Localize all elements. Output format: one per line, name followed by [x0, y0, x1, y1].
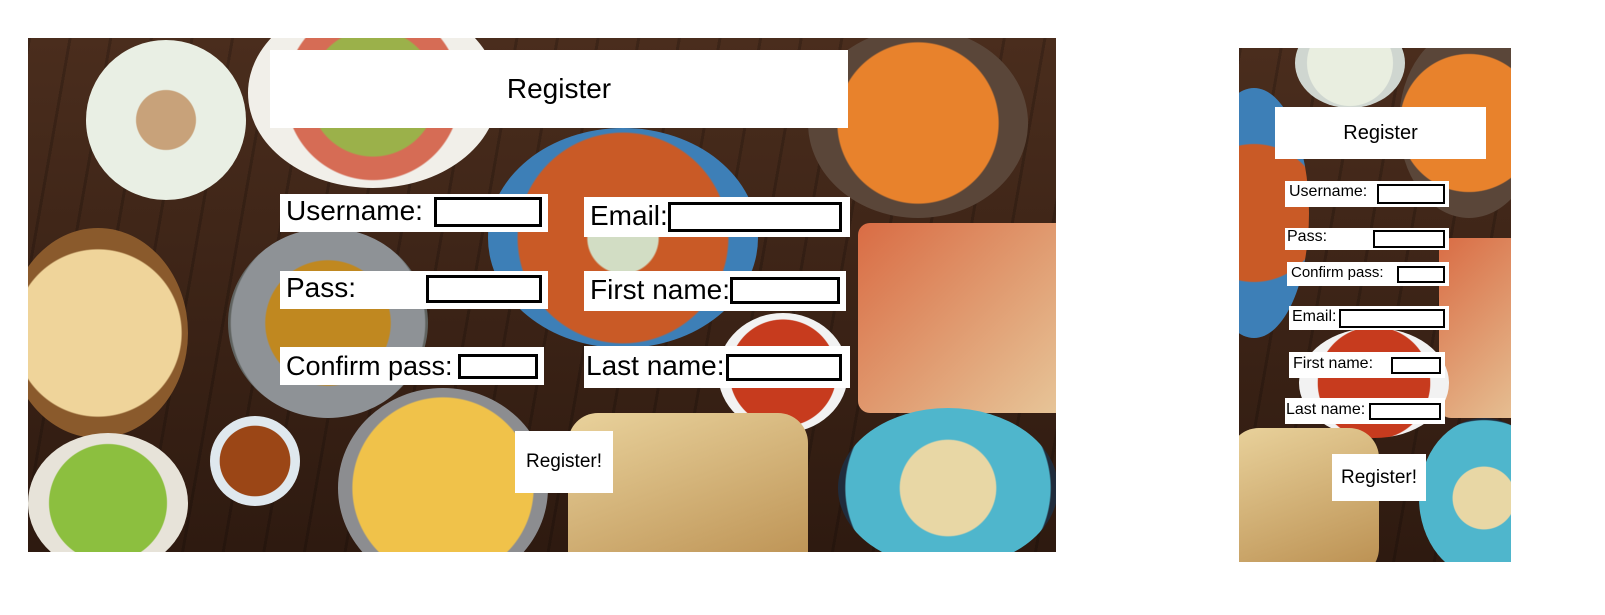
username-field-row: Username: — [280, 194, 548, 232]
mobile-email-input[interactable] — [1339, 309, 1445, 328]
last-name-input[interactable] — [726, 354, 842, 381]
dal-bowl-image — [228, 228, 428, 418]
username-input[interactable] — [434, 197, 542, 227]
mobile-username-input[interactable] — [1377, 184, 1445, 204]
first-name-field-row: First name: — [584, 271, 846, 311]
mobile-confirm-pass-field-row: Confirm pass: — [1287, 262, 1449, 286]
mobile-last-name-label: Last name: — [1286, 401, 1366, 418]
first-name-input[interactable] — [730, 277, 840, 304]
mobile-food-background: Register Username: Pass: Confirm pass: E… — [1239, 48, 1511, 562]
last-name-field-row: Last name: — [584, 346, 850, 388]
papad-basket-image — [28, 228, 188, 438]
mobile-pass-field-row: Pass: — [1285, 228, 1449, 250]
mobile-username-field-row: Username: — [1285, 181, 1449, 207]
username-label: Username: — [286, 195, 423, 226]
mobile-first-name-label: First name: — [1293, 355, 1374, 372]
pass-field-row: Pass: — [280, 271, 548, 309]
chicken-board-image — [1439, 238, 1511, 418]
papad-napkin-image — [1419, 418, 1511, 562]
mobile-page-title-text: Register — [1343, 121, 1418, 144]
chai-plate-image — [86, 40, 246, 200]
desktop-food-background: Register Username: Pass: Confirm pass: E… — [28, 38, 1056, 552]
mobile-first-name-field-row: First name: — [1289, 352, 1445, 378]
register-button[interactable]: Register! — [515, 431, 613, 493]
pass-input[interactable] — [426, 275, 542, 303]
email-label: Email: — [590, 200, 668, 231]
confirm-pass-field-row: Confirm pass: — [280, 347, 544, 385]
pickle-bowl-image — [210, 416, 300, 506]
last-name-label: Last name: — [586, 350, 725, 381]
confirm-pass-label: Confirm pass: — [286, 351, 453, 381]
papad-napkin-image — [838, 408, 1056, 552]
mobile-confirm-pass-label: Confirm pass: — [1291, 264, 1384, 281]
mobile-username-label: Username: — [1289, 183, 1368, 200]
confirm-pass-input[interactable] — [458, 354, 538, 379]
page-title: Register — [270, 50, 848, 128]
mobile-email-field-row: Email: — [1289, 306, 1449, 330]
mobile-last-name-input[interactable] — [1369, 403, 1441, 420]
page-title-text: Register — [506, 73, 612, 104]
chicken-board-image — [858, 223, 1056, 413]
mobile-first-name-input[interactable] — [1391, 357, 1441, 374]
mobile-last-name-field-row: Last name: — [1285, 398, 1445, 424]
pass-label: Pass: — [286, 272, 357, 303]
mobile-pass-label: Pass: — [1287, 228, 1328, 245]
email-input[interactable] — [668, 202, 842, 232]
mobile-confirm-pass-input[interactable] — [1397, 266, 1445, 283]
mobile-register-button[interactable]: Register! — [1332, 454, 1426, 501]
raita-bowl-image — [1295, 48, 1405, 108]
samosa-plate-image — [488, 128, 758, 348]
first-name-label: First name: — [590, 274, 731, 305]
mobile-email-label: Email: — [1292, 308, 1337, 325]
mobile-page-title: Register — [1275, 107, 1486, 159]
limes-bowl-image — [28, 433, 188, 552]
email-field-row: Email: — [584, 197, 850, 237]
mobile-pass-input[interactable] — [1373, 230, 1445, 248]
